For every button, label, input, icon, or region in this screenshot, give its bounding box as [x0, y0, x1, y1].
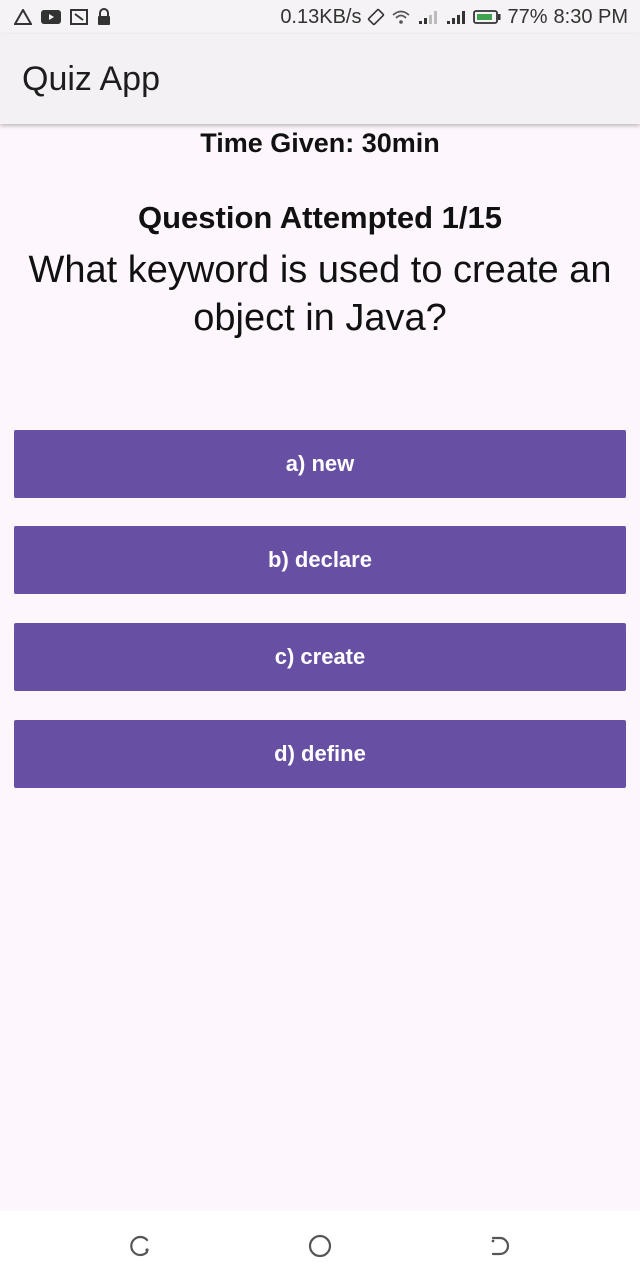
option-a-button[interactable]: a) new — [14, 430, 626, 498]
question-text: What keyword is used to create an object… — [28, 249, 612, 339]
navigation-bar — [0, 1211, 640, 1280]
signal-icon — [417, 7, 439, 27]
status-right: 0.13KB/s 77% 8:30 PM — [280, 6, 628, 29]
rotation-icon — [367, 7, 385, 27]
app-bar: Quiz App — [0, 34, 640, 124]
back-icon[interactable] — [487, 1233, 513, 1259]
option-d-button[interactable]: d) define — [14, 720, 626, 788]
signal-icon — [445, 7, 467, 27]
option-b-button[interactable]: b) declare — [14, 526, 626, 594]
lock-icon — [97, 7, 111, 27]
wifi-icon — [391, 7, 411, 27]
youtube-icon — [41, 7, 61, 27]
status-bar: 0.13KB/s 77% 8:30 PM — [0, 0, 640, 34]
screenshot-icon — [70, 7, 88, 27]
question-attempted-label: Question Attempted 1/15 — [137, 200, 503, 235]
network-speed: 0.13KB/s — [280, 5, 362, 28]
recent-apps-icon[interactable] — [127, 1233, 153, 1259]
clock: 8:30 PM — [553, 5, 628, 28]
alert-icon — [14, 7, 32, 27]
status-left — [14, 7, 111, 27]
option-c-button[interactable]: c) create — [14, 623, 626, 691]
battery-percent: 77% — [507, 5, 548, 28]
app-title: Quiz App — [22, 59, 160, 98]
battery-icon — [473, 7, 501, 27]
home-icon[interactable] — [307, 1233, 333, 1259]
time-given-label: Time Given: 30min — [200, 128, 440, 158]
